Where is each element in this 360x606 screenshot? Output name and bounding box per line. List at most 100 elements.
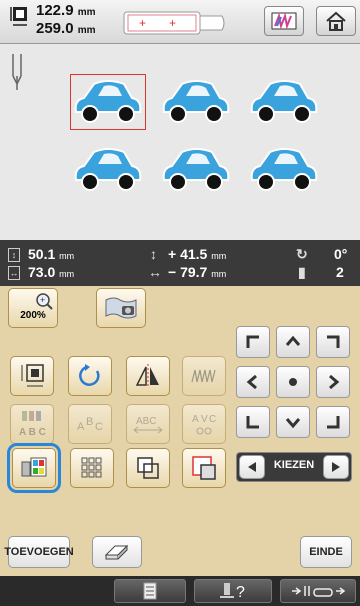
pattern-info-bar: ↕ 50.1 mm ↔ 73.0 mm ↕ + 41.5 mm ↔ − 79.7… <box>0 240 360 286</box>
move-down-right-button[interactable] <box>316 406 350 438</box>
svg-text:+: + <box>40 295 45 305</box>
svg-text:A B C: A B C <box>19 427 46 438</box>
car-pattern[interactable] <box>160 76 232 126</box>
car-pattern[interactable] <box>72 144 144 194</box>
next-pattern-button[interactable] <box>323 455 349 479</box>
previous-pattern-button[interactable] <box>239 455 265 479</box>
move-left-button[interactable] <box>236 366 270 398</box>
pattern-size-icon <box>10 7 27 26</box>
unit-label: mm <box>77 25 96 36</box>
unit-label: mm <box>59 251 75 261</box>
zoom-button[interactable]: 200% + <box>8 288 58 328</box>
rotate-icon <box>79 364 100 386</box>
svg-text:+: + <box>169 16 176 30</box>
car-pattern[interactable] <box>248 76 320 126</box>
resize-icon <box>21 364 44 387</box>
triangle-right-icon <box>332 462 340 472</box>
array-button[interactable] <box>70 448 114 488</box>
needle-position-icon <box>12 54 22 90</box>
height-icon: ↕ <box>8 248 20 262</box>
color-change-button[interactable] <box>264 6 304 36</box>
home-icon <box>326 11 346 31</box>
group-button[interactable] <box>182 448 226 488</box>
move-up-button[interactable] <box>276 326 310 358</box>
multicolor-button[interactable]: A B C <box>10 404 54 444</box>
delete-button[interactable] <box>92 536 142 568</box>
dot-icon <box>289 378 297 386</box>
border-icon <box>137 457 159 479</box>
svg-text:+: + <box>139 16 146 30</box>
arc-text-icon: A B C <box>77 416 103 433</box>
pattern-size-readout: 122.9 mm 259.0 mm <box>36 3 96 39</box>
home-button[interactable] <box>316 6 356 36</box>
move-right-button[interactable] <box>316 366 350 398</box>
group-icon <box>192 456 216 480</box>
add-button[interactable]: TOEVOEGEN <box>4 536 74 568</box>
thread-spool-icon: ▮ <box>298 264 306 280</box>
corner-up-left-icon <box>246 335 259 348</box>
pattern-width: 259.0 <box>36 20 74 37</box>
density-button[interactable] <box>182 356 226 396</box>
horizontal-offset-value: − 79.7 <box>168 264 208 280</box>
mirror-button[interactable] <box>126 356 170 396</box>
rotation-icon: ↻ <box>296 246 308 262</box>
border-button[interactable] <box>126 448 170 488</box>
select-pattern-button[interactable] <box>7 443 61 493</box>
presser-foot-icon <box>292 586 346 597</box>
selection-width-value: 73.0 <box>28 264 56 280</box>
cut-text-button[interactable]: A V C <box>182 404 226 444</box>
help-button[interactable]: ? <box>194 579 272 603</box>
embroidery-canvas[interactable] <box>0 44 360 240</box>
corner-up-right-icon <box>327 335 340 348</box>
chevron-right-icon <box>329 374 340 390</box>
svg-text:V: V <box>201 414 208 425</box>
svg-text:B: B <box>86 416 93 428</box>
chevron-down-icon <box>285 418 301 429</box>
eraser-icon <box>104 544 129 560</box>
hoop-icon[interactable]: + + <box>122 10 228 36</box>
zoom-label: 200% <box>20 309 46 321</box>
rotation-value: 0° <box>334 246 348 262</box>
car-pattern[interactable] <box>160 144 232 194</box>
vertical-offset-value: + 41.5 <box>168 246 208 262</box>
unit-label: mm <box>59 269 75 279</box>
selection-height: 50.1 mm <box>28 246 74 262</box>
presser-foot-button[interactable] <box>280 579 356 603</box>
edit-panel: 200% + A B C A B C ABC A V C KIEZEN TOEV… <box>0 286 360 576</box>
move-up-right-button[interactable] <box>316 326 350 358</box>
character-spacing-icon: ABC <box>133 416 163 434</box>
unit-label: mm <box>211 251 227 261</box>
color-count: 2 <box>336 264 344 280</box>
car-pattern[interactable] <box>72 76 144 126</box>
checklist-icon <box>143 582 157 600</box>
mirror-icon <box>135 364 159 388</box>
vertical-offset-icon: ↕ <box>150 246 157 262</box>
selection-height-value: 50.1 <box>28 246 56 262</box>
array-icon <box>81 457 102 478</box>
vertical-offset: + 41.5 mm <box>168 246 226 262</box>
rotate-button[interactable] <box>68 356 112 396</box>
top-bar: 122.9 mm 259.0 mm + + <box>0 0 360 44</box>
center-button[interactable] <box>276 366 310 398</box>
palette-icon <box>271 12 297 30</box>
cut-text-icon: A V C <box>192 414 216 435</box>
character-spacing-button[interactable]: ABC <box>126 404 170 444</box>
move-down-button[interactable] <box>276 406 310 438</box>
move-up-left-button[interactable] <box>236 326 270 358</box>
camera-icon <box>105 297 137 319</box>
width-icon: ↔ <box>8 266 20 280</box>
arc-text-button[interactable]: A B C <box>68 404 112 444</box>
end-button[interactable]: EINDE <box>300 536 352 568</box>
corner-down-right-icon <box>327 416 340 429</box>
chevron-up-icon <box>285 335 301 346</box>
unit-label: mm <box>77 7 96 18</box>
camera-button[interactable] <box>96 288 146 328</box>
move-down-left-button[interactable] <box>236 406 270 438</box>
resize-button[interactable] <box>10 356 54 396</box>
select-icon <box>21 457 47 477</box>
settings-list-button[interactable] <box>114 579 186 603</box>
svg-text:A: A <box>192 414 199 425</box>
car-pattern[interactable] <box>248 144 320 194</box>
selection-width: 73.0 mm <box>28 264 74 280</box>
kiezen-selector: KIEZEN <box>236 452 352 482</box>
